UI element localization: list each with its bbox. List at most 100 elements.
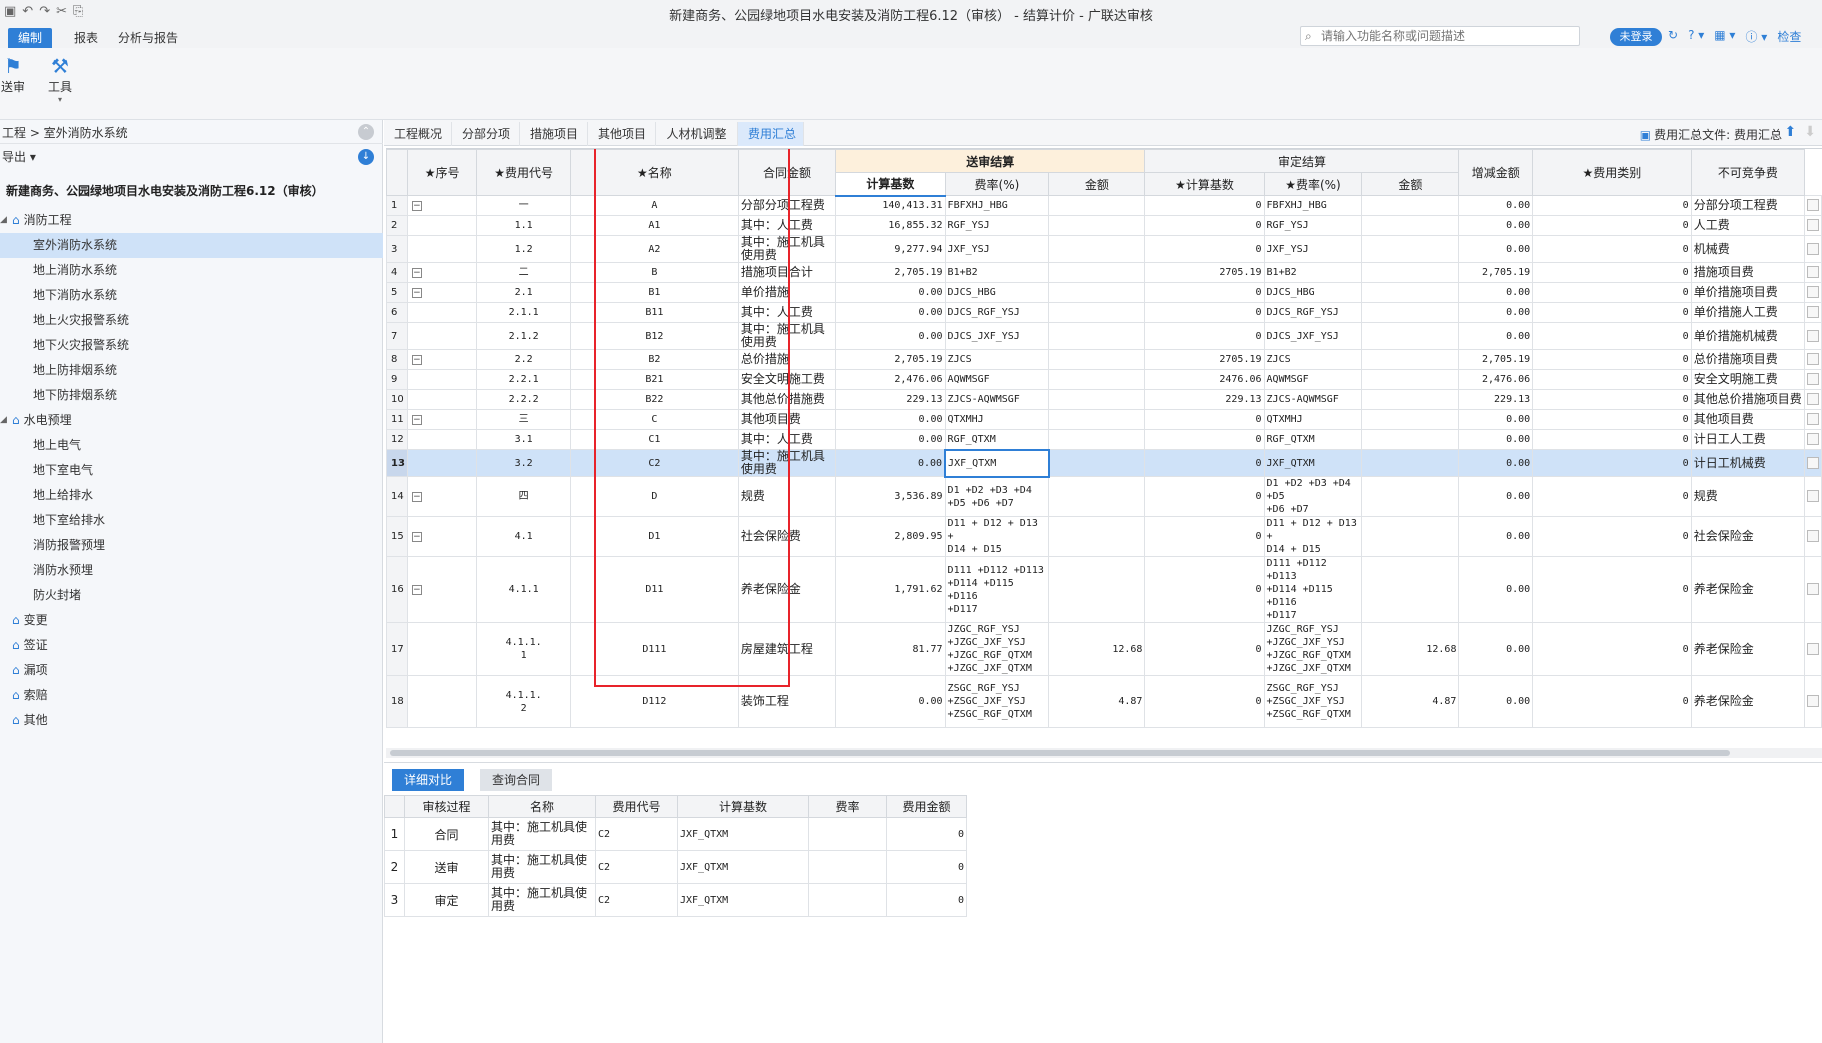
tree-toggle-cell[interactable] <box>406 449 478 477</box>
tab-3[interactable]: 其他项目 <box>588 122 656 146</box>
seq-cell[interactable]: 1.2 <box>476 235 571 263</box>
detail-base[interactable]: JXF_QTXM <box>677 883 809 917</box>
submit-rate-cell[interactable] <box>1048 389 1146 410</box>
tree-node[interactable]: 地上消防水系统 <box>0 258 383 283</box>
submit-amount-cell[interactable]: 0 <box>1144 675 1265 728</box>
submit-base-cell[interactable]: AQWMSGF <box>944 369 1050 390</box>
table-row[interactable]: 17 4.1.1. 1 D111 房屋建筑工程 81.77 JZGC_RGF_YSJ +J… <box>386 622 1822 676</box>
diff-cell[interactable]: 0 <box>1532 235 1692 263</box>
toolbar-icon[interactable]: 检查 <box>1777 28 1801 46</box>
contract-cell[interactable]: 2,705.19 <box>835 349 946 370</box>
name-cell[interactable]: 其中：人工费 <box>737 429 837 450</box>
submit-rate-cell[interactable] <box>1048 302 1146 323</box>
approved-amount-cell[interactable]: 0.00 <box>1458 429 1534 450</box>
submit-amount-cell[interactable]: 0 <box>1144 282 1265 303</box>
detail-process[interactable]: 合同 <box>404 817 489 851</box>
detail-row[interactable]: 3 审定 其中：施工机具使 用费 C2 JXF_QTXM 0 <box>384 883 967 917</box>
collapse-toggle-icon[interactable]: − <box>411 355 422 365</box>
name-cell[interactable]: 其中：人工费 <box>737 215 837 236</box>
category-cell[interactable]: 单价措施机械费 <box>1690 322 1806 350</box>
code-cell[interactable]: A2 <box>569 235 739 263</box>
tree-node[interactable]: 地上火灾报警系统 <box>0 308 383 333</box>
submit-rate-cell[interactable] <box>1048 556 1146 623</box>
table-row[interactable]: 1− 一 A 分部分项工程费 140,413.31 FBFXHJ_HBG 0 FBFXHJ_H… <box>386 195 1822 216</box>
contract-cell[interactable]: 3,536.89 <box>835 476 946 517</box>
move-up-icon[interactable]: ⬆ <box>1785 124 1797 140</box>
download-icon[interactable]: ↓ <box>358 149 374 165</box>
approved-amount-cell[interactable]: 2,476.06 <box>1458 369 1534 390</box>
tree-toggle-cell[interactable]: − <box>406 349 478 370</box>
approved-base-cell[interactable]: JXF_YSJ <box>1263 235 1363 263</box>
approved-rate-cell[interactable] <box>1361 369 1460 390</box>
table-row[interactable]: 12 3.1 C1 其中：人工费 0.00 RGF_QTXM 0 RGF_QTXM 0.00 0 计… <box>386 429 1822 450</box>
tree-node[interactable]: ⌂ 索赔 <box>0 683 383 708</box>
approved-amount-cell[interactable]: 0.00 <box>1458 302 1534 323</box>
code-cell[interactable]: B <box>569 262 739 283</box>
contract-cell[interactable]: 9,277.94 <box>835 235 946 263</box>
detail-rate[interactable] <box>808 850 887 884</box>
row-index[interactable]: 17 <box>386 622 408 676</box>
table-row[interactable]: 10 2.2.2 B22 其他总价措施费 229.13 ZJCS-AQWMSGF 229.1… <box>386 389 1822 410</box>
detail-amount[interactable]: 0 <box>886 883 967 917</box>
code-cell[interactable]: D1 <box>569 516 739 557</box>
approved-amount-cell[interactable]: 0.00 <box>1458 516 1534 557</box>
row-index[interactable]: 1 <box>386 195 408 216</box>
submit-amount-cell[interactable]: 0 <box>1144 195 1265 216</box>
tree-toggle-cell[interactable] <box>406 622 478 676</box>
submit-base-cell[interactable]: JZGC_RGF_YSJ +JZGC_JXF_YSJ +JZGC_RGF_QTX… <box>944 622 1050 676</box>
detail-code[interactable]: C2 <box>595 850 678 884</box>
detail-process[interactable]: 送审 <box>404 850 489 884</box>
name-cell[interactable]: 分部分项工程费 <box>737 195 837 216</box>
approved-base-cell[interactable]: DJCS_JXF_YSJ <box>1263 322 1363 350</box>
send-review-button[interactable]: ⚑ 送审 <box>0 54 28 95</box>
seq-cell[interactable]: 4.1.1. 1 <box>476 622 571 676</box>
approved-base-cell[interactable]: DJCS_HBG <box>1263 282 1363 303</box>
row-index[interactable]: 18 <box>386 675 408 728</box>
seq-cell[interactable]: 4.1.1 <box>476 556 571 623</box>
contract-cell[interactable]: 1,791.62 <box>835 556 946 623</box>
submit-rate-cell[interactable] <box>1048 449 1146 477</box>
submit-base-cell[interactable]: RGF_QTXM <box>944 429 1050 450</box>
category-cell[interactable]: 机械费 <box>1690 235 1806 263</box>
table-row[interactable]: 3 1.2 A2 其中：施工机具使用费 9,277.94 JXF_YSJ 0 JXF_YSJ 0… <box>386 235 1822 263</box>
approved-rate-cell[interactable] <box>1361 476 1460 517</box>
category-cell[interactable]: 分部分项工程费 <box>1690 195 1806 216</box>
name-cell[interactable]: 规费 <box>737 476 837 517</box>
approved-amount-cell[interactable]: 0.00 <box>1458 282 1534 303</box>
submit-amount-cell[interactable]: 0 <box>1144 556 1265 623</box>
tree-toggle-cell[interactable]: − <box>406 556 478 623</box>
checkbox[interactable] <box>1807 242 1819 255</box>
contract-cell[interactable]: 2,809.95 <box>835 516 946 557</box>
contract-cell[interactable]: 0.00 <box>835 449 946 477</box>
tree-toggle-cell[interactable] <box>406 302 478 323</box>
category-cell[interactable]: 其他总价措施项目费 <box>1690 389 1806 410</box>
tree-toggle-cell[interactable]: − <box>406 476 478 517</box>
submit-base-cell[interactable]: D11 + D12 + D13 + D14 + D15 <box>944 516 1050 557</box>
tree-toggle-cell[interactable]: − <box>406 282 478 303</box>
row-index[interactable]: 14 <box>386 476 408 517</box>
contract-cell[interactable]: 0.00 <box>835 675 946 728</box>
submit-base-cell[interactable]: D111 +D112 +D113 +D114 +D115 +D116 +D117 <box>944 556 1050 623</box>
collapse-icon[interactable]: ⌃ <box>358 124 374 140</box>
diff-cell[interactable]: 0 <box>1532 622 1692 676</box>
tree-toggle-cell[interactable] <box>406 369 478 390</box>
approved-rate-cell[interactable] <box>1361 322 1460 350</box>
checkbox[interactable] <box>1807 433 1819 445</box>
tree-node[interactable]: 地上给排水 <box>0 483 383 508</box>
detail-process[interactable]: 审定 <box>404 883 489 917</box>
tree-node[interactable]: 防火封堵 <box>0 583 383 608</box>
approved-base-cell[interactable]: B1+B2 <box>1263 262 1363 283</box>
row-index[interactable]: 5 <box>386 282 408 303</box>
table-row[interactable]: 2 1.1 A1 其中：人工费 16,855.32 RGF_YSJ 0 RGF_YSJ 0.00… <box>386 215 1822 236</box>
category-cell[interactable]: 计日工人工费 <box>1690 429 1806 450</box>
seq-cell[interactable]: 2.1 <box>476 282 571 303</box>
table-row[interactable]: 9 2.2.1 B21 安全文明施工费 2,476.06 AQWMSGF 2476.06 AQ… <box>386 369 1822 390</box>
detail-rate[interactable] <box>808 883 887 917</box>
contract-cell[interactable]: 0.00 <box>835 302 946 323</box>
submit-amount-cell[interactable]: 0 <box>1144 449 1265 477</box>
contract-cell[interactable]: 2,476.06 <box>835 369 946 390</box>
seq-cell[interactable]: 三 <box>476 409 571 430</box>
contract-cell[interactable]: 2,705.19 <box>835 262 946 283</box>
approved-rate-cell[interactable] <box>1361 282 1460 303</box>
table-row[interactable]: 7 2.1.2 B12 其中：施工机具使用费 0.00 DJCS_JXF_YSJ 0 DJCS… <box>386 322 1822 350</box>
